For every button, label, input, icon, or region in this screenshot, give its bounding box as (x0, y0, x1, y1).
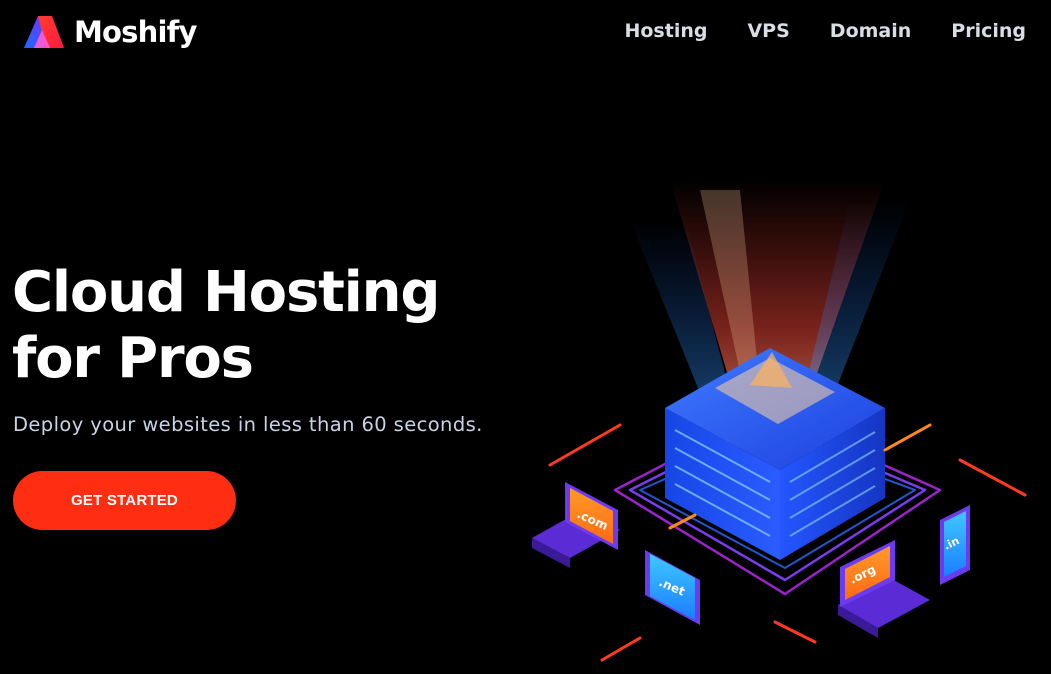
moshify-logo-icon (24, 16, 64, 48)
laptop-org: .org (838, 540, 930, 638)
phone-in: .in (940, 505, 970, 585)
hero-illustration: .com .net .org .in (520, 180, 1051, 674)
landing-page: Moshify Hosting VPS Domain Pricing Cloud… (0, 0, 1051, 674)
get-started-button[interactable]: GET STARTED (13, 471, 236, 530)
server-cloud-illustration: .com .net .org .in (532, 180, 1027, 662)
main-nav: Hosting VPS Domain Pricing (624, 18, 1026, 44)
nav-item-hosting[interactable]: Hosting (624, 18, 707, 44)
hero-title-line-1: Cloud Hosting (12, 260, 440, 325)
nav-item-domain[interactable]: Domain (830, 18, 911, 44)
hero-title-line-2: for Pros (12, 326, 254, 391)
site-header: Moshify Hosting VPS Domain Pricing (0, 0, 1051, 64)
nav-item-vps[interactable]: VPS (747, 18, 789, 44)
hero-title: Cloud Hosting for Pros (12, 260, 440, 392)
hero-subtitle: Deploy your websites in less than 60 sec… (13, 413, 483, 436)
tablet-net: .net (645, 550, 700, 625)
brand-name: Moshify (74, 15, 197, 49)
brand-logo-link[interactable]: Moshify (22, 12, 197, 52)
nav-item-pricing[interactable]: Pricing (951, 18, 1026, 44)
laptop-com: .com (532, 482, 620, 568)
